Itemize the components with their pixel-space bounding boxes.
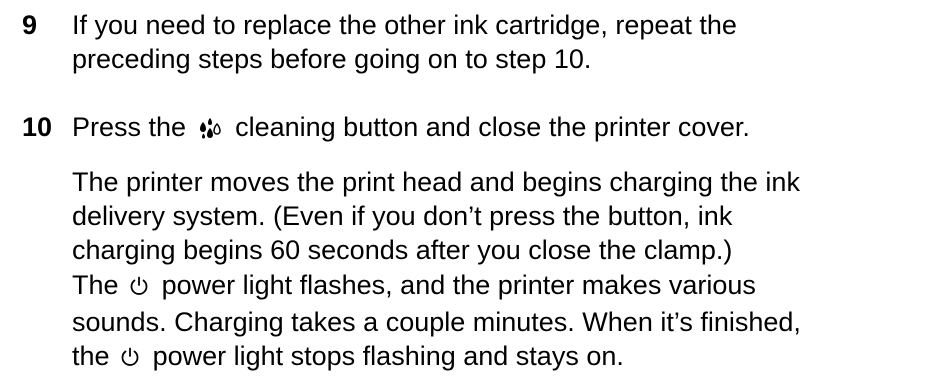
- step-text: Press the cleaning button and close the …: [72, 110, 922, 147]
- cleaning-icon: [196, 113, 224, 147]
- power-light-paragraph: The power light flashes, and the printer…: [72, 268, 932, 376]
- paragraph-line: the power light stops flashing and stays…: [72, 339, 932, 376]
- power-icon: [128, 271, 150, 305]
- power-line3-before: the: [72, 341, 110, 371]
- power-line1-before: The: [72, 270, 119, 300]
- paragraph-line: charging begins 60 seconds after you clo…: [72, 235, 733, 265]
- manual-page: 9 If you need to replace the other ink c…: [0, 0, 943, 374]
- step-line: If you need to replace the other ink car…: [72, 10, 737, 40]
- paragraph-line: delivery system. (Even if you don’t pres…: [72, 201, 733, 231]
- charging-paragraph: The printer moves the print head and beg…: [72, 165, 932, 267]
- paragraph-line: sounds. Charging takes a couple minutes.…: [72, 307, 801, 337]
- paragraph-line: The power light flashes, and the printer…: [72, 268, 932, 305]
- step-number: 10: [22, 112, 53, 142]
- step-line: preceding steps before going on to step …: [72, 44, 592, 74]
- step-text-after-icon: cleaning button and close the printer co…: [235, 112, 750, 142]
- step-text-before-icon: Press the: [72, 112, 187, 142]
- paragraph-line: The printer moves the print head and beg…: [72, 167, 800, 197]
- power-icon: [119, 342, 141, 376]
- power-line1-after: power light flashes, and the printer mak…: [161, 270, 756, 300]
- step-number: 9: [22, 10, 38, 40]
- step-text: If you need to replace the other ink car…: [72, 8, 922, 76]
- power-line3-after: power light stops flashing and stays on.: [152, 341, 624, 371]
